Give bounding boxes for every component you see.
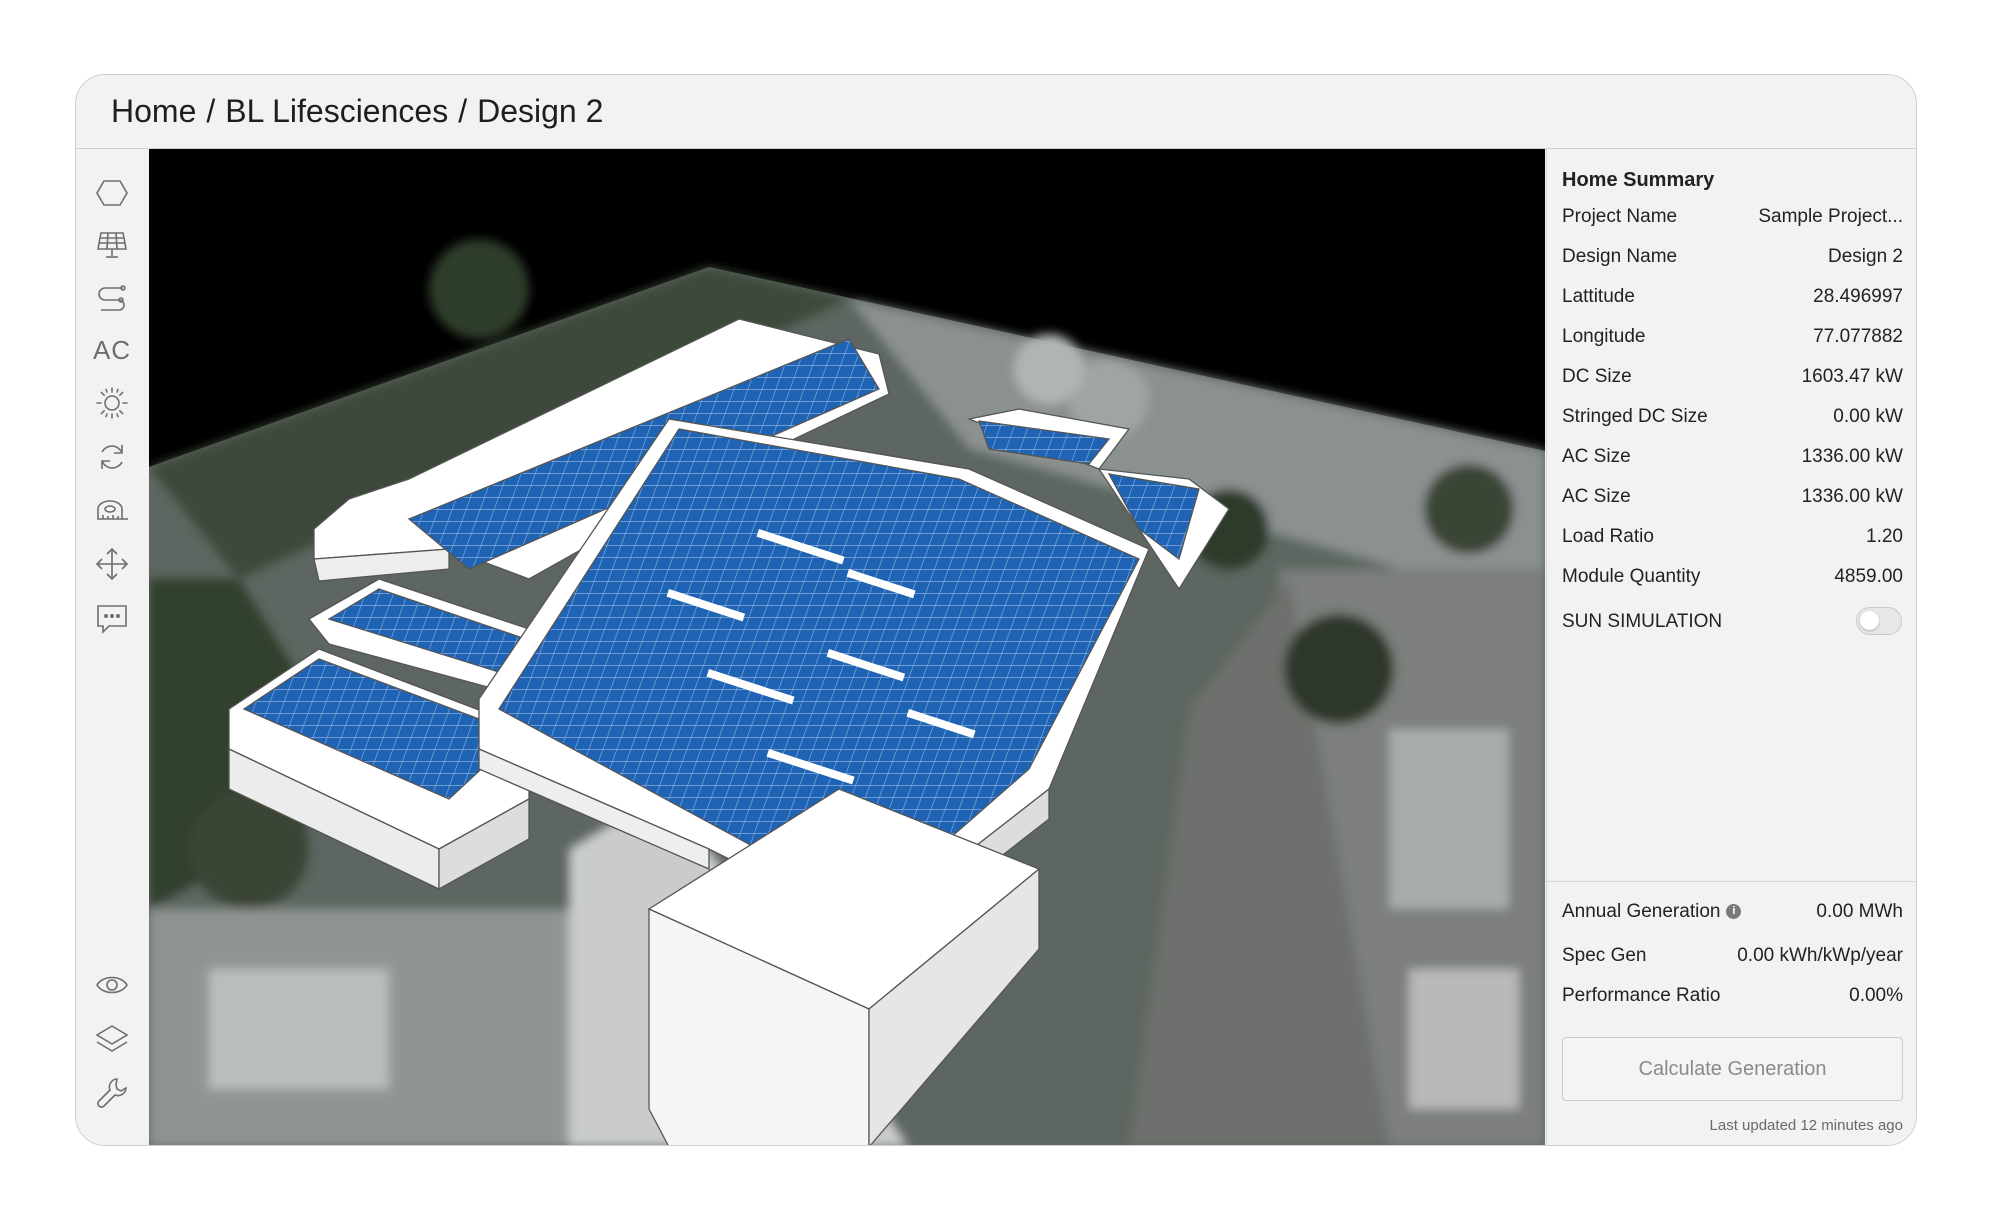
3d-viewport[interactable]: [149, 149, 1545, 1145]
design-scene: [149, 239, 1545, 1145]
summary-row: AC Size 1336.00 kW: [1562, 446, 1903, 468]
left-toolbar: AC: [76, 149, 148, 1145]
annual-generation-label: Annual Generation: [1562, 901, 1721, 922]
solar-panel-icon: [97, 232, 127, 258]
visibility-tool-button[interactable]: [86, 959, 138, 1011]
breadcrumb-separator: /: [458, 93, 468, 129]
summary-row: Project Name Sample Project...: [1562, 206, 1903, 228]
comment-icon: [97, 605, 127, 634]
summary-title: Home Summary: [1562, 169, 1715, 191]
last-updated-text: Last updated 12 minutes ago: [1709, 1117, 1903, 1134]
panel-divider: [1547, 881, 1916, 882]
move-tool-button[interactable]: [86, 538, 138, 590]
string-wiring-icon: [98, 285, 126, 311]
refresh-icon: [101, 445, 123, 469]
string-wiring-tool-button[interactable]: [86, 271, 138, 323]
info-icon[interactable]: i: [1726, 904, 1742, 920]
summary-label: DC Size: [1562, 366, 1632, 387]
sun-icon: [96, 387, 128, 419]
breadcrumb-design: Design 2: [477, 93, 604, 129]
solar-panel-tool-button[interactable]: [86, 219, 138, 271]
summary-row: AC Size 1336.00 kW: [1562, 486, 1903, 508]
layers-icon: [95, 1025, 129, 1052]
ac-tool-label: AC: [92, 334, 132, 365]
settings-tool-button[interactable]: [86, 1067, 138, 1119]
summary-value: Sample Project...: [1758, 206, 1903, 227]
summary-label: Design Name: [1562, 246, 1678, 267]
summary-row: Lattitude 28.496997: [1562, 286, 1903, 308]
sun-simulation-label: SUN SIMULATION: [1562, 611, 1723, 632]
performance-ratio-value: 0.00%: [1849, 985, 1903, 1006]
summary-label: Lattitude: [1562, 286, 1635, 307]
breadcrumb-project[interactable]: BL Lifesciences: [225, 93, 448, 130]
summary-label: AC Size: [1562, 446, 1631, 467]
calculate-generation-button[interactable]: Calculate Generation: [1562, 1037, 1903, 1101]
summary-row: Stringed DC Size 0.00 kW: [1562, 406, 1903, 428]
breadcrumb: Home / BL Lifesciences / Design 2: [111, 93, 603, 130]
summary-value: 4859.00: [1834, 566, 1903, 587]
summary-value: Design 2: [1828, 246, 1903, 267]
ac-tool-button[interactable]: AC: [86, 324, 138, 376]
comment-tool-button[interactable]: [86, 592, 138, 644]
generation-label: Annual Generation i: [1562, 901, 1742, 923]
summary-panel: Home Summary Project Name Sample Project…: [1546, 149, 1916, 1145]
summary-value: 77.077882: [1813, 326, 1903, 347]
summary-value: 1603.47 kW: [1801, 366, 1903, 387]
summary-row: Longitude 77.077882: [1562, 326, 1903, 348]
generation-row: Spec Gen 0.00 kWh/kWp/year: [1562, 945, 1903, 967]
layers-tool-button[interactable]: [86, 1013, 138, 1065]
summary-label: Project Name: [1562, 206, 1678, 227]
summary-label: Load Ratio: [1562, 526, 1654, 547]
summary-row: Module Quantity 4859.00: [1562, 566, 1903, 588]
generation-row: Performance Ratio 0.00%: [1562, 985, 1903, 1007]
sun-simulation-toggle[interactable]: [1856, 607, 1902, 635]
title-bar: Home / BL Lifesciences / Design 2: [76, 75, 1916, 149]
measure-tool-button[interactable]: [86, 484, 138, 536]
summary-label: AC Size: [1562, 486, 1631, 507]
wrench-icon: [97, 1078, 127, 1108]
summary-value: 1336.00 kW: [1801, 486, 1903, 507]
summary-row: Load Ratio 1.20: [1562, 526, 1903, 548]
refresh-tool-button[interactable]: [86, 431, 138, 483]
summary-value: 1336.00 kW: [1801, 446, 1903, 467]
performance-ratio-label: Performance Ratio: [1562, 985, 1721, 1006]
summary-row: DC Size 1603.47 kW: [1562, 366, 1903, 388]
breadcrumb-home[interactable]: Home: [111, 93, 196, 130]
polygon-tool-button[interactable]: [86, 167, 138, 219]
polygon-icon: [96, 180, 128, 206]
sun-tool-button[interactable]: [86, 377, 138, 429]
sun-simulation-row: SUN SIMULATION: [1562, 611, 1903, 633]
move-icon: [95, 547, 129, 581]
annual-generation-value: 0.00 MWh: [1816, 901, 1903, 922]
spec-gen-value: 0.00 kWh/kWp/year: [1737, 945, 1903, 966]
summary-label: Longitude: [1562, 326, 1646, 347]
summary-label: Stringed DC Size: [1562, 406, 1708, 427]
toggle-knob: [1860, 611, 1879, 630]
summary-value: 0.00 kW: [1833, 406, 1903, 427]
summary-row: Design Name Design 2: [1562, 246, 1903, 268]
generation-row: Annual Generation i 0.00 MWh: [1562, 901, 1903, 923]
breadcrumb-separator: /: [206, 93, 216, 129]
eye-icon: [96, 976, 128, 994]
spec-gen-label: Spec Gen: [1562, 945, 1647, 966]
app-window: Home / BL Lifesciences / Design 2 AC Hom…: [75, 74, 1917, 1146]
summary-label: Module Quantity: [1562, 566, 1701, 587]
measure-tape-icon: [97, 500, 128, 520]
summary-value: 28.496997: [1813, 286, 1903, 307]
summary-value: 1.20: [1866, 526, 1903, 547]
